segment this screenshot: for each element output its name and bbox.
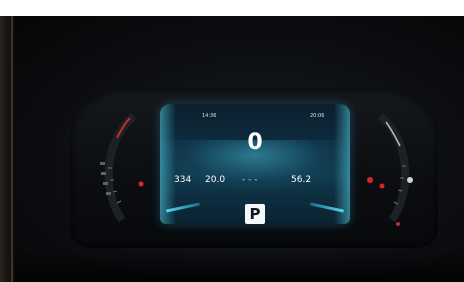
left-door-line (11, 16, 13, 282)
readout-value-1: 334 (174, 175, 192, 185)
screen-edge-left (160, 104, 176, 224)
right-bottom-warning (396, 222, 400, 226)
photo-frame: 14:36 20:06 0 334 20.0 - - - 56.2 P (0, 0, 464, 282)
readout-value-2: 20.0 (205, 175, 226, 185)
left-warning-light (138, 181, 144, 187)
screen-edge-right (334, 104, 350, 224)
center-display: 14:36 20:06 0 334 20.0 - - - 56.2 P (160, 104, 350, 224)
right-warning-light-2 (379, 183, 385, 189)
left-gauge-graphic (100, 112, 144, 223)
readout-value-4: 56.2 (291, 175, 312, 185)
right-gauge-graphic (367, 112, 413, 226)
speed-readout: 0 (247, 130, 263, 155)
right-indicator-light (407, 177, 413, 183)
top-white-border (0, 0, 464, 16)
left-gauge-pod (86, 108, 156, 230)
gear-indicator: P (249, 205, 261, 223)
lower-dash-shadow (15, 250, 464, 282)
right-gauge-pod (358, 108, 428, 230)
readout-value-3: - - - (242, 175, 258, 185)
time-left: 14:36 (202, 113, 217, 119)
right-warning-light (367, 177, 373, 183)
time-right: 20:06 (310, 113, 325, 119)
